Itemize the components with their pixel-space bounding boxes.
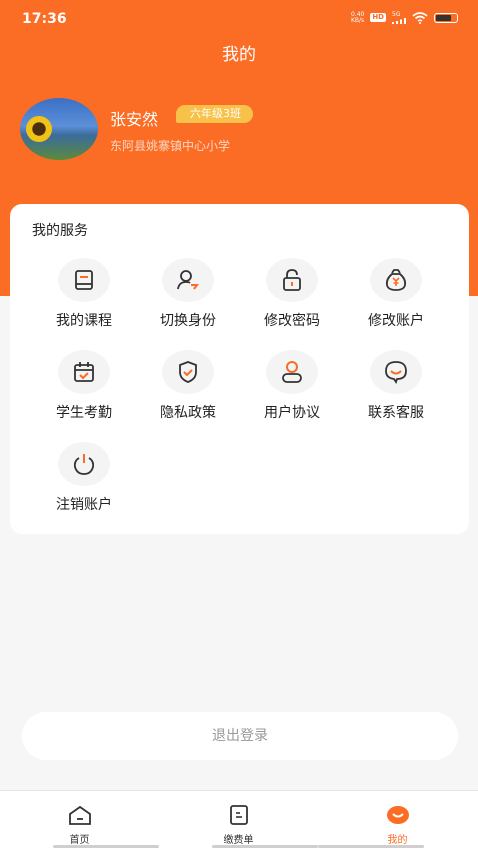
service-label: 隐私政策 <box>160 405 216 421</box>
power-icon <box>58 442 110 486</box>
class-badge: 六年级3班 <box>176 105 253 123</box>
service-privacy-policy[interactable]: 隐私政策 <box>136 350 240 422</box>
service-switch-identity[interactable]: 切换身份 <box>136 258 240 330</box>
battery-icon <box>434 12 458 23</box>
profile-icon <box>386 806 409 824</box>
wifi-icon <box>412 11 428 24</box>
net-speed-unit: KB/s <box>350 16 365 24</box>
tab-label: 缴费单 <box>223 835 254 846</box>
shield-check-icon <box>162 350 214 394</box>
school-name: 东阿县姚寨镇中心小学 <box>110 139 231 153</box>
services-title: 我的服务 <box>32 223 88 239</box>
service-delete-account[interactable]: 注销账户 <box>32 442 136 514</box>
service-label: 修改账户 <box>368 313 424 329</box>
tab-bill[interactable]: 缴费单 <box>159 791 318 850</box>
service-change-password[interactable]: 修改密码 <box>240 258 344 330</box>
tab-home[interactable]: 首页 <box>0 791 159 850</box>
service-change-account[interactable]: 修改账户 <box>344 258 448 330</box>
tab-label: 我的 <box>387 835 408 846</box>
status-icons: 0.40 KB/s HD 5G <box>351 11 458 24</box>
tab-bar: 首页 缴费单 我的 <box>0 790 478 850</box>
service-label: 切换身份 <box>160 313 216 329</box>
money-bag-icon <box>370 258 422 302</box>
calendar-check-icon <box>58 350 110 394</box>
service-label: 学生考勤 <box>56 405 112 421</box>
home-indicator <box>212 845 318 848</box>
service-label: 注销账户 <box>56 497 112 513</box>
service-card: 我的服务 我的课程 切换身份 修改密码 修改账户 学生考勤 隐私政策 用户协议 … <box>10 204 469 534</box>
user-name: 张安然 <box>110 110 159 129</box>
status-bar: 17:36 0.40 KB/s HD 5G <box>0 0 478 38</box>
service-customer-service[interactable]: 联系客服 <box>344 350 448 422</box>
service-label: 修改密码 <box>264 313 320 329</box>
home-icon <box>68 805 91 825</box>
service-label: 用户协议 <box>264 405 320 421</box>
home-indicator <box>53 845 159 848</box>
logout-button[interactable]: 退出登录 <box>22 712 458 760</box>
network-type: 5G <box>392 11 401 18</box>
service-label: 我的课程 <box>56 313 112 329</box>
service-label: 联系客服 <box>368 405 424 421</box>
service-my-courses[interactable]: 我的课程 <box>32 258 136 330</box>
home-indicator <box>318 845 424 848</box>
page-title: 我的 <box>222 45 256 65</box>
status-time: 17:36 <box>22 11 67 27</box>
user-icon <box>266 350 318 394</box>
hd-icon: HD <box>370 13 386 22</box>
chat-icon <box>370 350 422 394</box>
tab-profile[interactable]: 我的 <box>318 791 477 850</box>
tab-label: 首页 <box>69 835 90 846</box>
net-speed: 0.40 KB/s <box>350 11 365 24</box>
service-user-agreement[interactable]: 用户协议 <box>240 350 344 422</box>
cellular-signal-icon: 5G <box>392 11 406 24</box>
lock-icon <box>266 258 318 302</box>
book-icon <box>58 258 110 302</box>
bill-icon <box>229 805 248 825</box>
sunflower-image <box>26 116 52 142</box>
switch-user-icon <box>162 258 214 302</box>
service-attendance[interactable]: 学生考勤 <box>32 350 136 422</box>
avatar[interactable] <box>20 98 98 160</box>
